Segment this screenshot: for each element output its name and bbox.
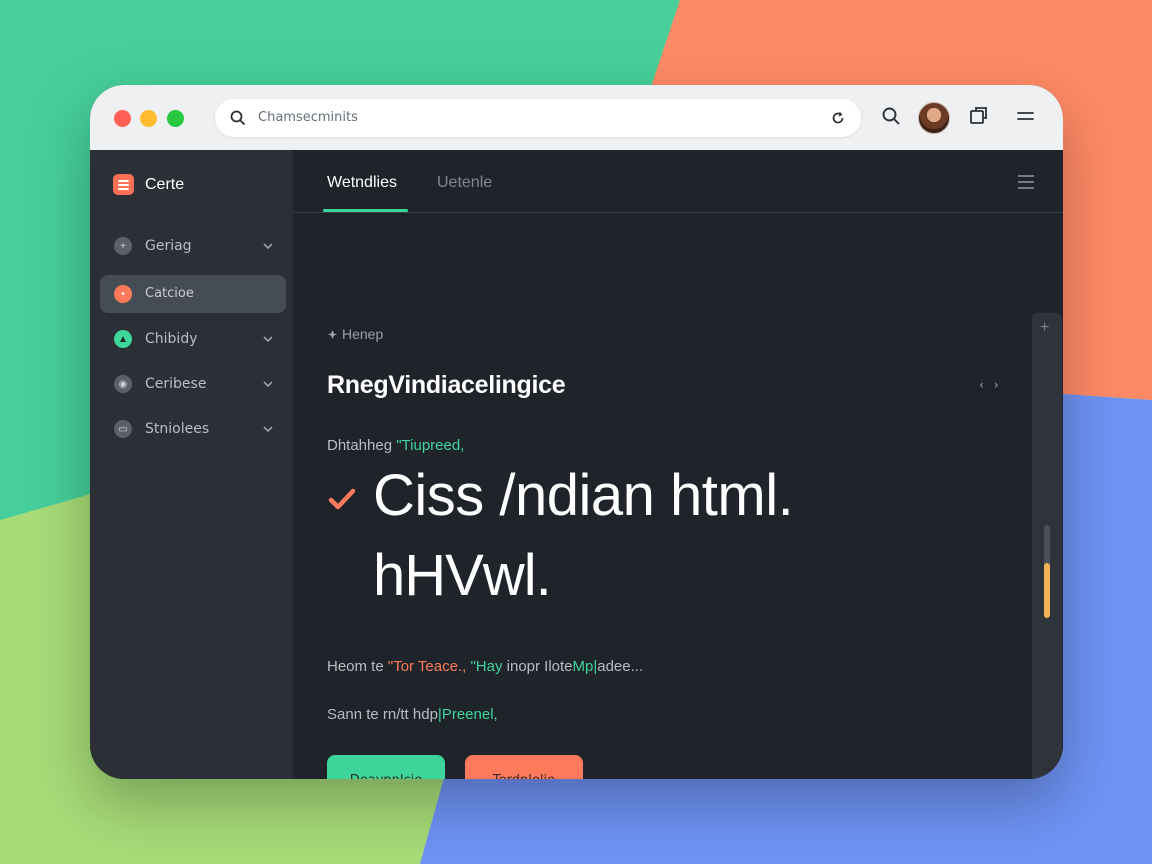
primary-button[interactable]: Deaypnlcie <box>327 755 445 779</box>
more-options-icon[interactable]: •• <box>987 774 999 779</box>
pin-icon <box>328 330 337 339</box>
main-content: Wetndlies Uetenle Henep RnegVindiaceling… <box>293 150 1063 779</box>
sidebar-item-label: Geriag <box>145 238 192 254</box>
camera-icon: ◉ <box>114 375 132 393</box>
sidebar-item-catcioe[interactable]: • Catcioe <box>100 275 286 313</box>
scrollbar-thumb[interactable] <box>1044 563 1050 618</box>
address-bar[interactable]: Chamsecminits <box>215 99 861 137</box>
close-window-button[interactable] <box>114 110 131 127</box>
search-icon <box>230 110 245 125</box>
page-title: RnegVindiacelingice <box>327 371 566 399</box>
title-bar: Chamsecminits <box>90 85 1063 150</box>
sidebar-item-label: Stniolees <box>145 421 210 437</box>
add-icon[interactable]: + <box>1040 319 1049 337</box>
browser-window: Chamsecminits Certe + Geriag • Catcioe ▲… <box>90 85 1063 779</box>
subtitle-prefix: Dhtahheg <box>327 437 393 454</box>
tab-wetndlies[interactable]: Wetndlies <box>327 174 397 192</box>
code-icon[interactable]: ‹ › <box>978 378 1000 392</box>
chevron-down-icon[interactable] <box>262 378 274 390</box>
hero-heading-line1: Ciss /ndian html. <box>373 463 794 528</box>
sidebar-item-geriag[interactable]: + Geriag <box>100 227 286 265</box>
brand-name: Certe <box>145 175 185 193</box>
body-text: inopr Ilote <box>506 658 573 675</box>
check-icon <box>328 488 356 510</box>
chevron-down-icon[interactable] <box>262 240 274 252</box>
reload-icon[interactable] <box>829 109 847 127</box>
secondary-button[interactable]: Terdnlelie <box>465 755 583 779</box>
triangle-icon: ▲ <box>114 330 132 348</box>
body-text: Sann te rn/tt hdp <box>327 706 438 723</box>
body-text-line2: Sann te rn/tt hdp|Preenel, <box>327 706 498 723</box>
brand[interactable]: Certe <box>113 174 184 195</box>
subtitle-highlight: "Tiupreed, <box>396 437 465 454</box>
app-logo-icon <box>113 174 134 195</box>
body-highlight-orange: "Tor Teace., <box>387 658 467 675</box>
window-icon[interactable] <box>968 105 990 127</box>
search-icon[interactable] <box>880 105 902 127</box>
address-text[interactable]: Chamsecminits <box>258 110 358 125</box>
menu-icon[interactable] <box>1015 105 1037 127</box>
sidebar-item-stniolees[interactable]: ▭ Stniolees <box>100 410 286 448</box>
body-text: Heom te <box>327 658 384 675</box>
subtitle: Dhtahheg "Tiupreed, <box>327 437 464 454</box>
maximize-window-button[interactable] <box>167 110 184 127</box>
plus-circle-icon: + <box>114 237 132 255</box>
body-text: adee... <box>597 658 644 675</box>
body-highlight-green: |Preenel, <box>437 706 498 723</box>
sidebar-item-chibidy[interactable]: ▲ Chibidy <box>100 320 286 358</box>
sidebar-item-label: Chibidy <box>145 331 198 347</box>
breadcrumb[interactable]: Henep <box>327 326 383 342</box>
sidebar-item-label: Catcioe <box>145 286 194 301</box>
hero-heading-line2: hHVwl. <box>373 543 552 608</box>
sidebar: Certe + Geriag • Catcioe ▲ Chibidy ◉ Cer… <box>90 150 293 779</box>
body-highlight-green: Mp| <box>572 658 598 675</box>
chevron-down-icon[interactable] <box>262 333 274 345</box>
tab-uetenle[interactable]: Uetenle <box>437 174 492 192</box>
breadcrumb-label: Henep <box>342 326 384 342</box>
active-tab-indicator <box>323 209 408 212</box>
tab-bar: Wetndlies Uetenle <box>293 150 1063 213</box>
user-avatar[interactable] <box>918 102 950 134</box>
body-highlight-green: "Hay <box>470 658 503 675</box>
circle-icon: • <box>114 285 132 303</box>
body-text-line1: Heom te "Tor Teace., "Hay inopr IloteMp|… <box>327 658 643 675</box>
chevron-down-icon[interactable] <box>262 423 274 435</box>
sidebar-item-ceribese[interactable]: ◉ Ceribese <box>100 365 286 403</box>
scrollbar[interactable]: + <box>1032 313 1062 779</box>
sidebar-item-label: Ceribese <box>145 376 207 392</box>
hamburger-menu-icon[interactable] <box>1017 174 1035 190</box>
minimize-window-button[interactable] <box>140 110 157 127</box>
monitor-icon: ▭ <box>114 420 132 438</box>
